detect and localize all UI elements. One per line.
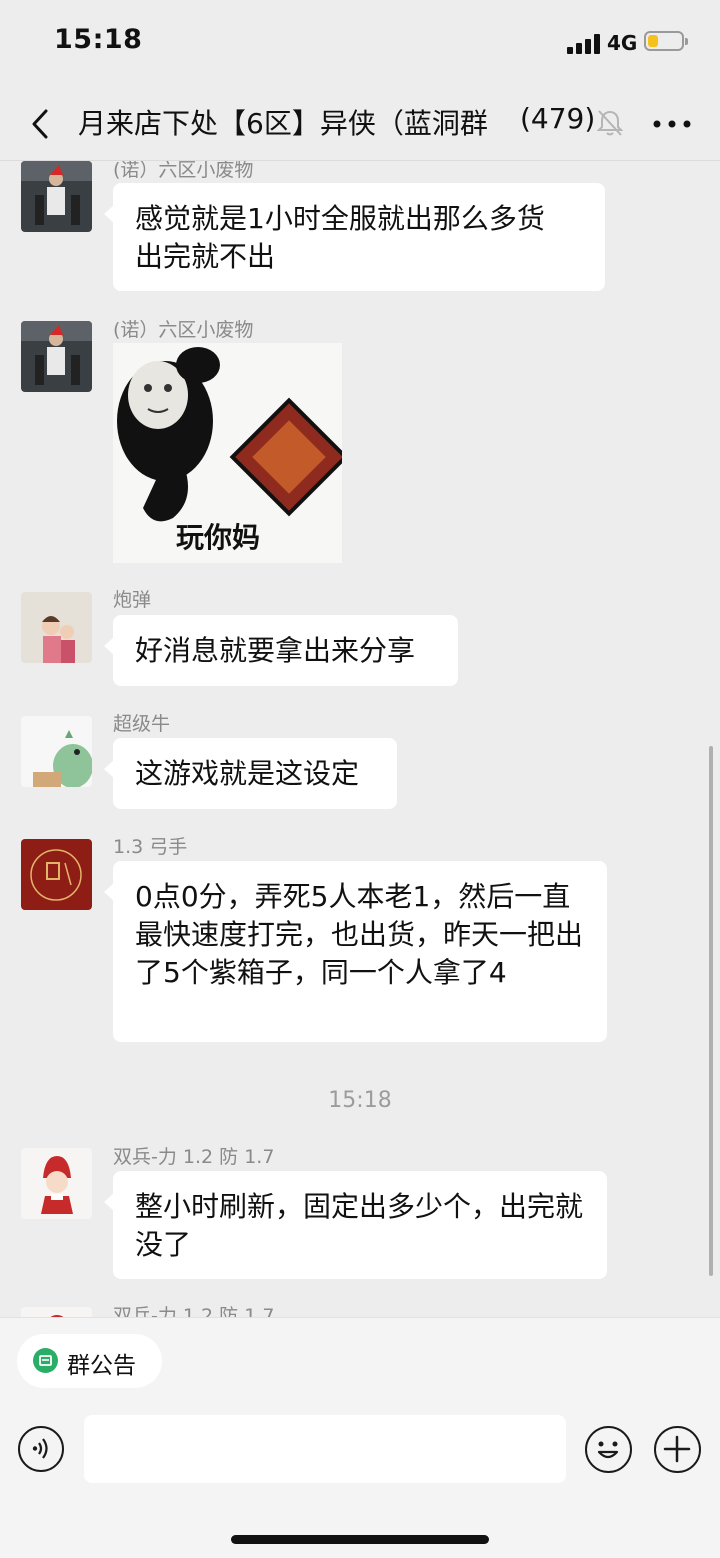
message-bubble[interactable]: 这游戏就是这设定 (104, 738, 397, 809)
sender-name: 炮弹 (113, 589, 152, 611)
message-timestamp: 15:18 (328, 1088, 392, 1113)
message-list[interactable]: (诺）六区小废物 感觉就是1小时全服就出那么多货 出完就不出 (诺）六区小废物 … (0, 161, 720, 1317)
network-type: 4G (607, 31, 638, 55)
ellipsis-icon[interactable] (650, 110, 694, 138)
input-bar (0, 1397, 720, 1558)
message-bubble[interactable]: 0点0分，弄死5人本老1，然后一直最快速度打完，也出货，昨天一把出了5个紫箱子，… (104, 861, 607, 1042)
avatar[interactable] (21, 321, 92, 392)
avatar[interactable] (21, 1307, 92, 1317)
emoji-icon[interactable] (585, 1426, 632, 1473)
message-bubble[interactable]: 好消息就要拿出来分享 (104, 615, 458, 686)
member-count: (479) (516, 102, 596, 135)
status-time: 15:18 (54, 24, 143, 55)
avatar[interactable] (21, 716, 92, 787)
sender-name: 1.3 弓手 (113, 836, 188, 858)
message-bubble[interactable]: 感觉就是1小时全服就出那么多货 出完就不出 (104, 183, 605, 291)
sender-name: (诺）六区小废物 (113, 319, 254, 341)
sticker-caption: 玩你妈 (175, 521, 260, 554)
bell-slash-icon (596, 110, 624, 136)
notice-bar: 群公告 (0, 1317, 720, 1398)
scrollbar[interactable] (709, 746, 713, 1276)
sender-name: 双兵-力 1.2 防 1.7 (113, 1305, 275, 1317)
plus-icon[interactable] (654, 1426, 701, 1473)
avatar[interactable] (21, 161, 92, 232)
status-bar: 15:18 4G (0, 0, 720, 88)
sender-name: (诺）六区小废物 (113, 161, 254, 181)
voice-icon[interactable] (18, 1426, 64, 1472)
chevron-left-icon[interactable] (24, 106, 64, 142)
sender-name: 双兵-力 1.2 防 1.7 (113, 1146, 275, 1168)
message-bubble[interactable]: 整小时刷新，固定出多少个，出完就没了 (104, 1171, 607, 1279)
chat-header: 月来店下处【6区】异侠（蓝洞群 (479) (0, 88, 720, 161)
avatar[interactable] (21, 839, 92, 910)
sender-name: 超级牛 (113, 713, 171, 735)
notice-label: 群公告 (67, 1353, 136, 1379)
signal-icon (567, 34, 601, 54)
notice-icon (33, 1348, 58, 1373)
sticker-image[interactable]: 玩你妈 (113, 343, 342, 563)
battery-icon (644, 31, 688, 51)
avatar[interactable] (21, 1148, 92, 1219)
avatar[interactable] (21, 592, 92, 663)
home-indicator[interactable] (231, 1535, 489, 1544)
message-input[interactable] (84, 1415, 566, 1483)
group-notice-button[interactable]: 群公告 (17, 1334, 162, 1388)
